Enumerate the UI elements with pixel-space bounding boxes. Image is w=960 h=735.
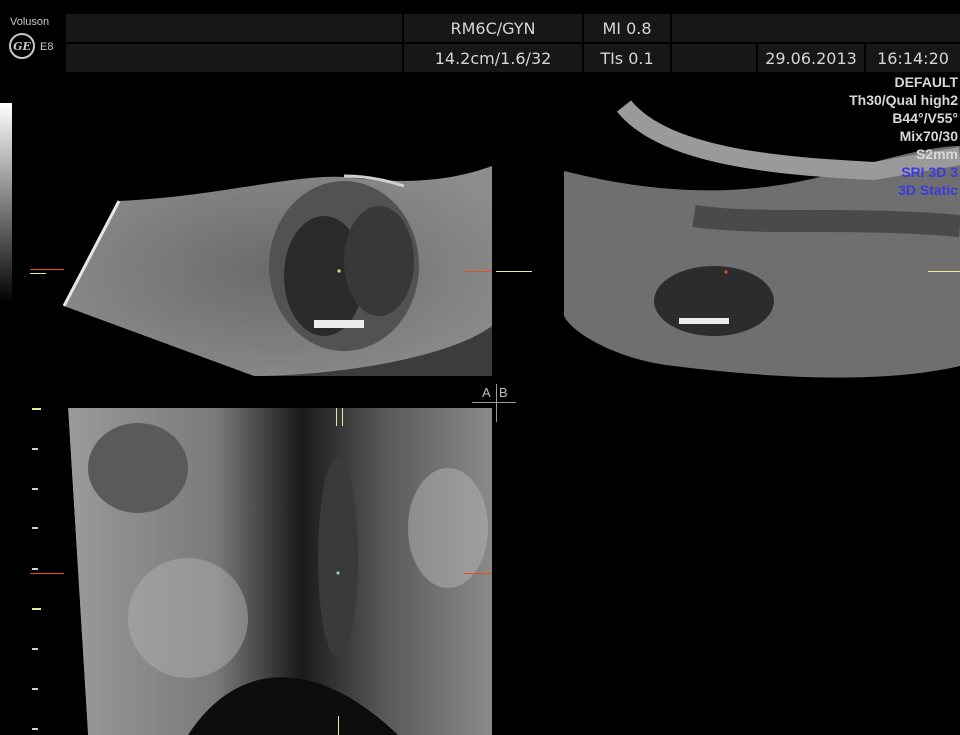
plane-c-view[interactable] (68, 408, 492, 735)
depth-settings: 14.2cm/1.6/32 (404, 44, 582, 72)
ge-logo-icon: GE (9, 33, 35, 59)
left-marker-c (30, 573, 64, 574)
left-marker-b (496, 271, 532, 272)
bottom-marker-c (338, 716, 339, 735)
info-line: S2mm (915, 146, 958, 162)
exam-time: 16:14:20 (866, 44, 960, 72)
info-line: DEFAULT (894, 74, 958, 90)
plane-label-divider-v (496, 384, 497, 422)
top-marker-c (336, 408, 337, 426)
top-marker-c2 (342, 408, 343, 426)
left-marker-a2 (30, 273, 46, 274)
plane-label-divider (472, 402, 516, 403)
header-blank-4 (672, 44, 756, 72)
plane-label-b[interactable]: B (499, 385, 508, 400)
right-marker-a (464, 271, 492, 272)
right-marker-b (928, 271, 960, 272)
plane-a-view[interactable] (24, 76, 492, 376)
image-settings-info: DEFAULT Th30/Qual high2 B44°/V55° Mix70/… (849, 73, 958, 199)
exam-date: 29.06.2013 (758, 44, 864, 72)
model-label: E8 (40, 41, 54, 53)
info-line: B44°/V55° (892, 110, 958, 126)
info-line: 3D Static (898, 182, 958, 198)
header-blank-2 (66, 44, 402, 72)
header-blank-3 (672, 14, 960, 42)
tis-value: TIs 0.1 (584, 44, 670, 72)
mi-value: MI 0.8 (584, 14, 670, 42)
header-blank-1 (66, 14, 402, 42)
grayscale-bar (0, 103, 12, 303)
info-line: Mix70/30 (899, 128, 958, 144)
info-line: SRI 3D 3 (901, 164, 958, 180)
brand-label: Voluson (10, 16, 50, 28)
plane-a-image (62, 166, 492, 376)
plane-label-a[interactable]: A (482, 385, 491, 400)
right-marker-c (464, 573, 492, 574)
device-logo: Voluson GE E8 (0, 14, 64, 72)
header-bar: Voluson GE E8 RM6C/GYN 14.2cm/1.6/32 MI … (0, 0, 960, 74)
plane-c-image (68, 408, 492, 735)
left-marker-a (30, 269, 64, 270)
info-line: Th30/Qual high2 (849, 92, 958, 108)
probe-preset: RM6C/GYN (404, 14, 582, 42)
